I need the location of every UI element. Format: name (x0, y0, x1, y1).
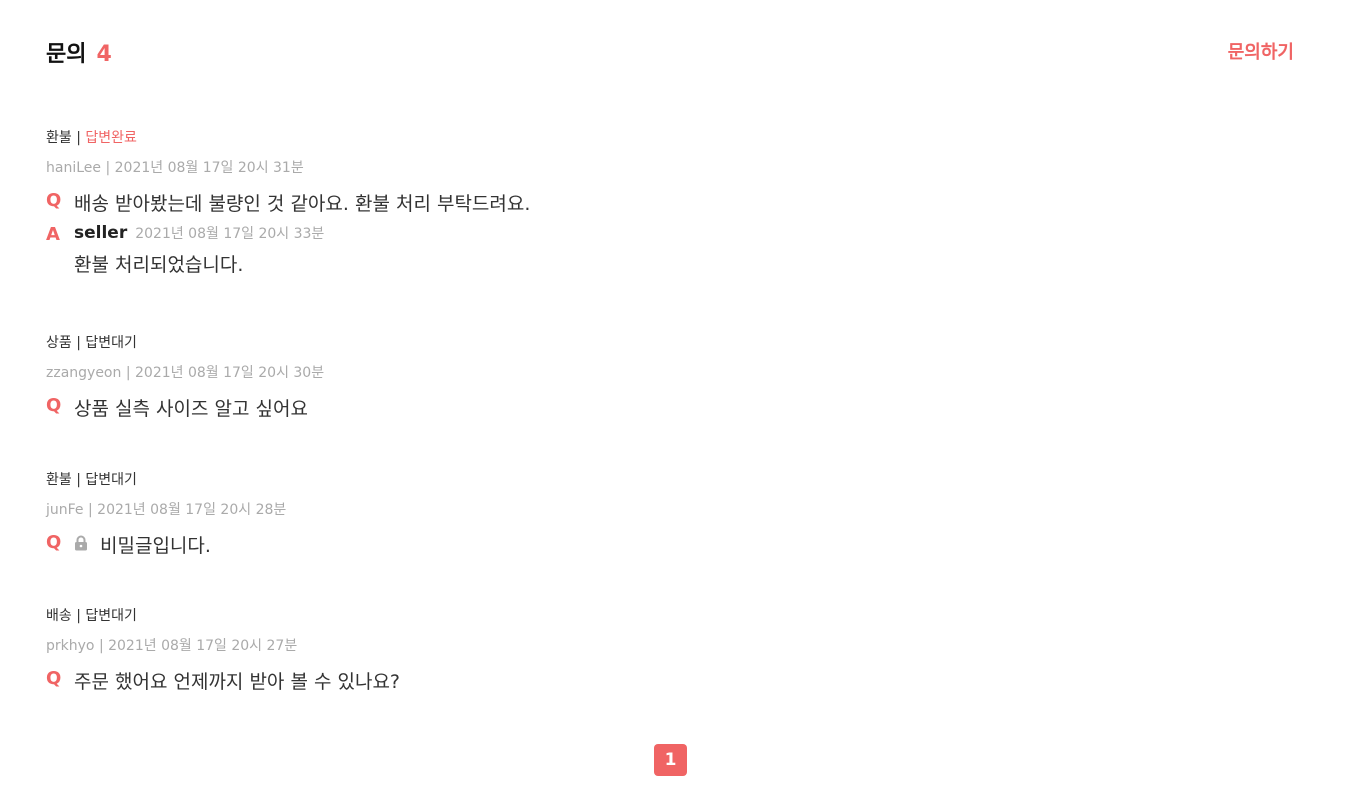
inquiry-author: prkhyo (46, 638, 95, 654)
inquiry-item[interactable]: 환불 | 답변완료 haniLee | 2021년 08월 17일 20시 31… (46, 129, 1046, 276)
inquiry-author-date: zzangyeon | 2021년 08월 17일 20시 30분 (46, 364, 1046, 382)
inquiry-author: junFe (46, 502, 84, 518)
inquiry-count: 4 (96, 42, 112, 67)
question-mark: Q (46, 532, 62, 553)
separator: | (105, 160, 111, 176)
question-mark: Q (46, 668, 62, 689)
write-inquiry-button[interactable]: 문의하기 (1228, 38, 1294, 64)
answer-text: 환불 처리되었습니다. (74, 254, 244, 276)
title-text: 문의 (46, 42, 87, 67)
status-badge: 답변대기 (85, 608, 137, 624)
inquiry-category: 환불 (46, 472, 72, 488)
answer-mark: A (46, 224, 60, 245)
question-row: Q 비밀글입니다. (46, 531, 1046, 557)
page-title: 문의 4 (46, 36, 112, 68)
separator: | (76, 335, 81, 351)
answer-header: seller 2021년 08월 17일 20시 33분 (74, 223, 324, 243)
question-row: Q 주문 했어요 언제까지 받아 볼 수 있나요? (46, 667, 1046, 693)
question-row: Q 배송 받아봤는데 불량인 것 같아요. 환불 처리 부탁드려요. (46, 189, 1046, 215)
separator: | (125, 365, 131, 381)
inquiry-category: 환불 (46, 130, 72, 146)
separator: | (76, 472, 81, 488)
lock-icon (75, 535, 87, 551)
question-text: 배송 받아봤는데 불량인 것 같아요. 환불 처리 부탁드려요. (74, 193, 531, 215)
separator: | (76, 608, 81, 624)
status-badge: 답변대기 (85, 335, 137, 351)
question-text: 비밀글입니다. (100, 535, 211, 557)
inquiry-author-date: prkhyo | 2021년 08월 17일 20시 27분 (46, 637, 1046, 655)
inquiry-category: 배송 (46, 608, 72, 624)
question-row: Q 상품 실측 사이즈 알고 싶어요 (46, 394, 1046, 420)
question-mark: Q (46, 190, 62, 211)
inquiry-author-date: junFe | 2021년 08월 17일 20시 28분 (46, 501, 1046, 519)
inquiry-category-status: 배송 | 답변대기 (46, 607, 1046, 625)
separator: | (88, 502, 93, 518)
separator: | (76, 130, 81, 146)
inquiry-author: zzangyeon (46, 365, 122, 381)
status-badge: 답변완료 (85, 130, 137, 146)
inquiry-date: 2021년 08월 17일 20시 28분 (97, 502, 287, 518)
answer-date: 2021년 08월 17일 20시 33분 (135, 226, 325, 242)
inquiry-item[interactable]: 상품 | 답변대기 zzangyeon | 2021년 08월 17일 20시 … (46, 334, 1046, 420)
inquiry-author-date: haniLee | 2021년 08월 17일 20시 31분 (46, 159, 1046, 177)
inquiry-category: 상품 (46, 335, 72, 351)
inquiry-category-status: 환불 | 답변완료 (46, 129, 1046, 147)
separator: | (98, 638, 104, 654)
inquiry-date: 2021년 08월 17일 20시 27분 (108, 638, 298, 654)
inquiry-category-status: 환불 | 답변대기 (46, 471, 1046, 489)
question-mark: Q (46, 395, 62, 416)
question-text: 주문 했어요 언제까지 받아 볼 수 있나요? (74, 671, 401, 693)
pagination-page-button[interactable]: 1 (654, 744, 687, 776)
inquiry-category-status: 상품 | 답변대기 (46, 334, 1046, 352)
inquiry-item[interactable]: 환불 | 답변대기 junFe | 2021년 08월 17일 20시 28분 … (46, 471, 1046, 557)
inquiry-item[interactable]: 배송 | 답변대기 prkhyo | 2021년 08월 17일 20시 27분… (46, 607, 1046, 693)
inquiry-date: 2021년 08월 17일 20시 31분 (114, 160, 304, 176)
answer-author: seller (74, 223, 128, 243)
question-text: 상품 실측 사이즈 알고 싶어요 (74, 398, 308, 420)
inquiry-header: 문의 4 문의하기 (46, 36, 1294, 72)
status-badge: 답변대기 (85, 472, 137, 488)
answer-row: A seller 2021년 08월 17일 20시 33분 환불 처리되었습니다… (46, 223, 1046, 276)
inquiry-date: 2021년 08월 17일 20시 30분 (135, 365, 325, 381)
inquiry-author: haniLee (46, 160, 101, 176)
